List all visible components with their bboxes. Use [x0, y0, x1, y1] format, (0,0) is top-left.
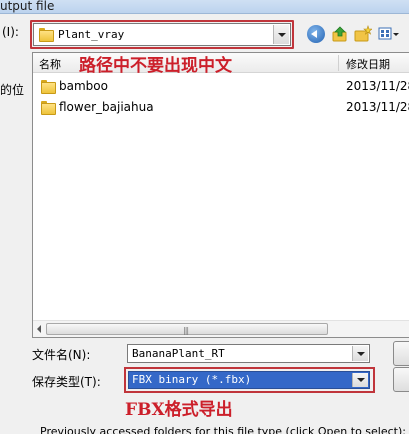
item-date: 2013/11/28 — [346, 79, 409, 93]
save-button[interactable] — [393, 341, 409, 366]
chevron-down-icon[interactable] — [352, 346, 368, 361]
look-in-value: Plant_vray — [58, 28, 125, 41]
filetype-value: FBX binary (*.fbx) — [132, 373, 252, 386]
filetype-label: 保存类型(T): — [32, 375, 101, 389]
chevron-down-icon[interactable] — [273, 25, 289, 44]
grip-icon: ||| — [183, 326, 189, 335]
fbx-export-annotation: FBX格式导出 — [125, 400, 233, 420]
filename-field[interactable]: BananaPlant_RT — [127, 344, 370, 363]
title-bar: utput file — [0, 0, 409, 14]
cancel-button[interactable] — [393, 367, 409, 392]
column-divider[interactable] — [338, 55, 339, 71]
column-header-date[interactable]: 修改日期 — [346, 56, 390, 72]
folder-icon — [41, 101, 56, 115]
filetype-dropdown[interactable]: FBX binary (*.fbx) — [128, 371, 370, 389]
path-warning-annotation: 路径中不要出现中文 — [79, 56, 232, 76]
previous-folders-label: Previously accessed folders for this fil… — [40, 425, 406, 434]
list-item[interactable]: flower_bajiahua 2013/11/28 — [33, 98, 409, 118]
look-in-dropdown[interactable]: Plant_vray — [33, 23, 291, 46]
window-title: utput file — [0, 0, 55, 13]
item-name: flower_bajiahua — [59, 100, 154, 114]
item-date: 2013/11/28 — [346, 100, 409, 114]
scroll-left-icon[interactable] — [35, 324, 45, 334]
back-icon[interactable] — [307, 25, 325, 43]
folder-icon — [39, 28, 54, 42]
scrollbar-thumb[interactable]: ||| — [46, 323, 328, 335]
folder-icon — [41, 80, 56, 94]
look-in-label: (I): — [2, 25, 19, 39]
views-menu-icon[interactable] — [378, 25, 400, 43]
column-header-name[interactable]: 名称 — [39, 56, 61, 72]
new-folder-icon[interactable] — [354, 25, 373, 43]
file-list[interactable]: 名称 路径中不要出现中文 修改日期 bamboo 2013/11/28 flow… — [32, 52, 409, 338]
places-label: 的位 — [0, 83, 25, 97]
list-item[interactable]: bamboo 2013/11/28 — [33, 77, 409, 97]
filename-label: 文件名(N): — [32, 348, 91, 362]
chevron-down-icon[interactable] — [352, 373, 368, 387]
list-header: 名称 路径中不要出现中文 修改日期 — [33, 53, 409, 76]
up-folder-icon[interactable] — [331, 25, 349, 43]
filename-value: BananaPlant_RT — [132, 347, 225, 360]
item-name: bamboo — [59, 79, 108, 93]
horizontal-scrollbar[interactable]: ||| — [33, 320, 409, 337]
